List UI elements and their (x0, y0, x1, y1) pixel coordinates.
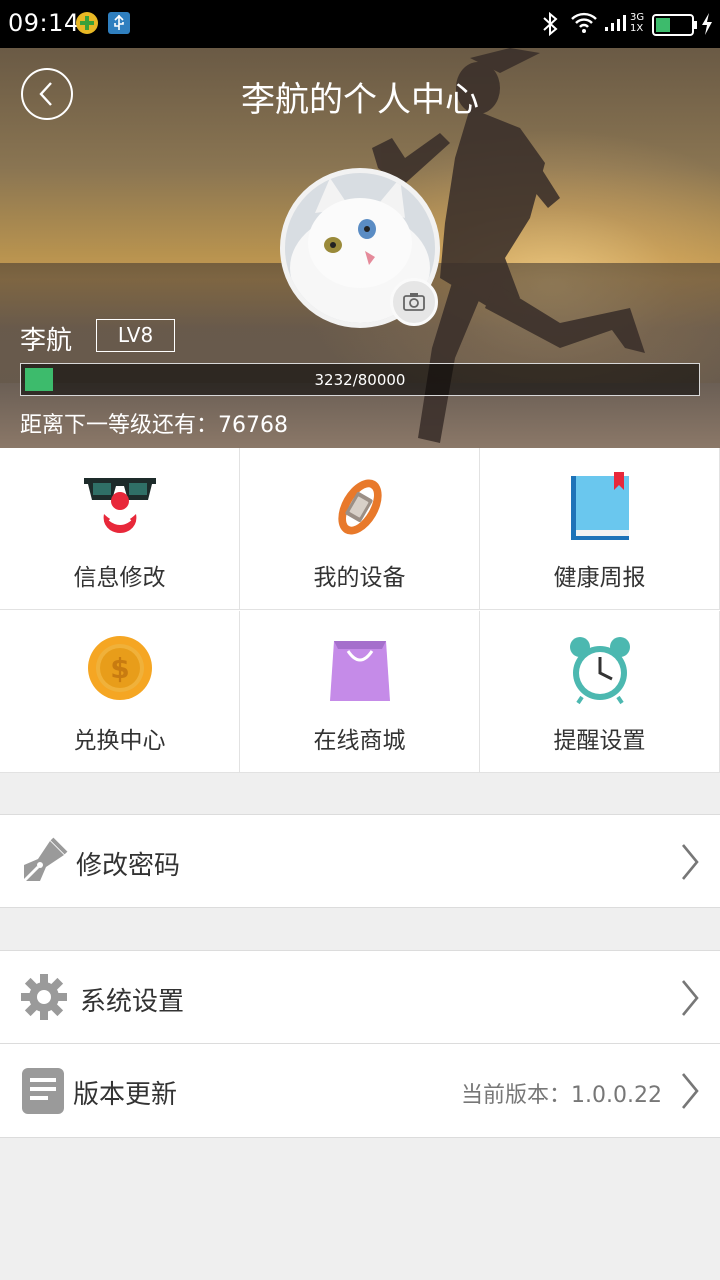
grid-item-label: 我的设备 (313, 565, 406, 591)
grid-item-reminder-settings[interactable]: 提醒设置 (480, 611, 720, 773)
grid-item-online-mall[interactable]: 在线商城 (240, 611, 480, 773)
grid-item-label: 健康周报 (553, 565, 646, 591)
grid-item-label: 在线商城 (313, 728, 406, 754)
svg-text:$: $ (110, 652, 129, 685)
plus-notification-icon (75, 11, 99, 39)
signal-icon (604, 11, 630, 39)
change-password-label: 修改密码 (76, 851, 181, 881)
camera-icon (403, 293, 425, 311)
wifi-icon (570, 11, 598, 39)
shopping-bag-icon (330, 641, 390, 701)
system-settings-row[interactable]: 系统设置 (0, 950, 720, 1044)
grid-item-label: 兑换中心 (73, 728, 166, 754)
alarm-clock-icon (570, 637, 630, 705)
gear-icon (21, 974, 67, 1020)
level-progress-text: 3232/80000 (314, 371, 406, 389)
status-time: 09:14 (8, 9, 80, 37)
chevron-right-icon (681, 844, 699, 880)
current-version-text: 当前版本：1.0.0.22 (461, 1083, 662, 1108)
next-level-text: 距离下一等级还有：76768 (20, 413, 288, 438)
battery-icon (652, 14, 698, 40)
book-icon (571, 472, 629, 540)
profile-header: 李航的个人中心 李航 LV8 3232/80000 距离下一等级还有：76768 (0, 48, 720, 448)
pen-icon (22, 837, 68, 883)
document-icon (22, 1068, 64, 1114)
version-update-label: 版本更新 (73, 1080, 178, 1110)
level-progress-bar: 3232/80000 (20, 363, 700, 396)
grid-item-label: 提醒设置 (553, 728, 646, 754)
grid-item-my-devices[interactable]: 我的设备 (240, 448, 480, 610)
grid-item-exchange-center[interactable]: $ 兑换中心 (0, 611, 240, 773)
grid-item-label: 信息修改 (73, 565, 166, 591)
user-name: 李航 (20, 326, 73, 356)
clown-glasses-icon (84, 478, 156, 533)
usb-icon (107, 11, 131, 39)
status-bar: 09:14 3G 1X (0, 0, 720, 48)
page-title: 李航的个人中心 (241, 80, 479, 120)
charging-icon (700, 12, 714, 40)
feature-grid: 信息修改 我的设备 健康周报 $ 兑换中心 在线商城 提醒设置 (0, 448, 720, 773)
coin-icon: $ (88, 636, 152, 700)
wristband-icon (338, 479, 382, 535)
change-password-row[interactable]: 修改密码 (0, 814, 720, 908)
chevron-right-icon (681, 1073, 699, 1109)
level-badge: LV8 (96, 319, 175, 352)
grid-item-health-weekly[interactable]: 健康周报 (480, 448, 720, 610)
grid-item-edit-info[interactable]: 信息修改 (0, 448, 240, 610)
system-settings-label: 系统设置 (80, 987, 185, 1017)
network-type: 3G 1X (630, 12, 645, 34)
version-update-row[interactable]: 版本更新 当前版本：1.0.0.22 (0, 1044, 720, 1138)
chevron-right-icon (681, 980, 699, 1016)
change-avatar-button[interactable] (390, 278, 438, 326)
bluetooth-icon (540, 11, 560, 41)
